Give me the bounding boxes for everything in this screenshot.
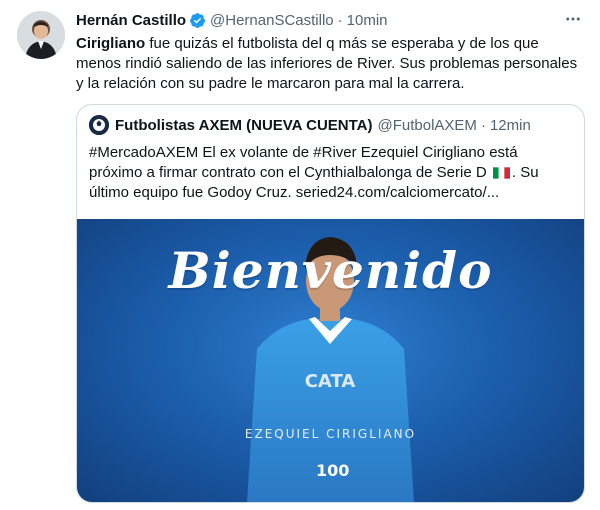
quoted-header-separator: ·	[480, 116, 486, 134]
quoted-author-handle: @FutbolAXEM	[377, 116, 477, 134]
tweet-timestamp[interactable]: 10min	[347, 12, 388, 29]
author-handle[interactable]: @HernanSCastillo	[210, 12, 334, 29]
verified-badge-icon	[190, 12, 205, 28]
football-logo-icon	[89, 115, 109, 135]
tweet-header: Hernán Castillo @HernanSCastillo · 10min	[76, 10, 584, 30]
quoted-author-name: Futbolistas AXEM (NUEVA CUENTA)	[115, 116, 373, 134]
quoted-text-part1: #MercadoAXEM El ex volante de #River Eze…	[89, 144, 518, 181]
tweet[interactable]: Hernán Castillo @HernanSCastillo · 10min…	[0, 0, 600, 510]
quoted-media-image[interactable]: CATA Bienvenido EZEQUIEL CIRIGLIANO 100	[77, 219, 584, 502]
media-player-name: EZEQUIEL CIRIGLIANO	[244, 427, 417, 441]
more-options-icon[interactable]	[562, 8, 584, 30]
quoted-tweet[interactable]: Futbolistas AXEM (NUEVA CUENTA) @FutbolA…	[76, 104, 585, 503]
italy-flag-icon	[492, 167, 510, 179]
header-separator: ·	[337, 11, 343, 29]
quoted-author-avatar	[89, 115, 109, 135]
media-headline: Bienvenido	[168, 241, 493, 300]
tweet-text-rest: fue quizás el futbolista del q más se es…	[76, 35, 578, 92]
avatar-photo	[17, 11, 65, 59]
media-logo: 100	[316, 461, 350, 480]
author-name[interactable]: Hernán Castillo	[76, 12, 186, 29]
quoted-tweet-text: #MercadoAXEM El ex volante de #River Eze…	[89, 143, 569, 203]
tweet-text-bold: Cirigliano	[76, 35, 146, 52]
author-avatar[interactable]	[17, 11, 65, 59]
svg-text:CATA: CATA	[305, 371, 356, 392]
tweet-text: Cirigliano fue quizás el futbolista del …	[76, 34, 586, 94]
quoted-tweet-header: Futbolistas AXEM (NUEVA CUENTA) @FutbolA…	[89, 115, 574, 135]
quoted-timestamp: 12min	[489, 116, 531, 134]
